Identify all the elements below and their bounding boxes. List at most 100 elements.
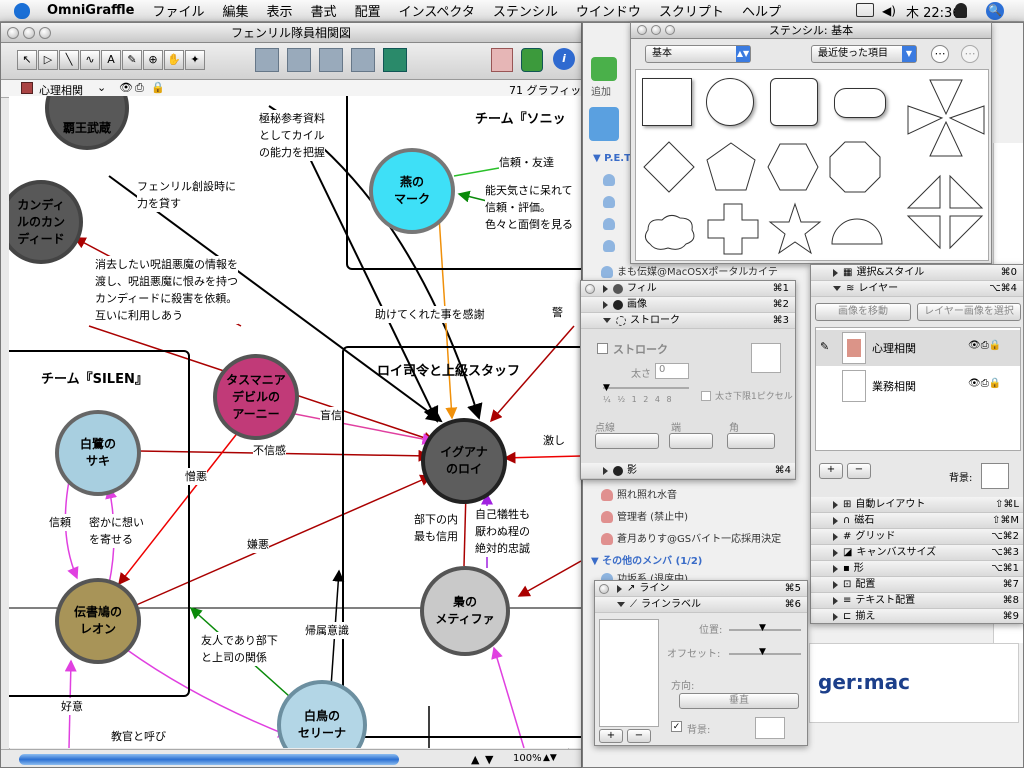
line-label-background-checkbox[interactable]: ✓ [671,721,682,732]
stencil-minimize-button[interactable] [651,25,661,35]
end-select[interactable] [669,433,713,449]
inspector-row-fill[interactable]: フィル ⌘1 [581,281,795,297]
inspector-row-align[interactable]: ⊏ 揃え ⌘9 [811,609,1023,623]
half-circle-shape[interactable] [830,210,884,250]
stencil-more-icon[interactable]: ⋯ [961,45,979,63]
zoom-level[interactable]: 100% [513,753,542,764]
rubber-stamp-icon[interactable]: ✦ [185,50,205,70]
inspector-row-line[interactable]: ↗ ライン ⌘5 [595,581,807,597]
line-tool-icon[interactable]: ╲ [59,50,79,70]
menu-edit[interactable]: 編集 [214,1,258,20]
inspector-close-button[interactable] [585,283,595,294]
star-shape[interactable] [768,202,822,256]
inspector-row-line-label[interactable]: ⟋ ラインラベル ⌘6 [595,597,807,613]
info-icon[interactable]: i [553,48,575,70]
buddy-row-4[interactable]: 蒼月ありす@GSバイト一応採用決定 [601,530,781,545]
dash-select[interactable] [595,433,659,449]
node-densho[interactable]: 伝書鳩の レオン [55,578,141,664]
node-hakuro[interactable]: 白鷺の サキ [55,410,141,496]
inspector-row-shadow[interactable]: 影 ⌘4 [581,463,795,479]
menu-script[interactable]: スクリプト [650,1,733,20]
hexagon-shape[interactable] [766,140,820,194]
buddy-placeholder-2[interactable] [603,195,619,208]
layer-popup-arrow-icon[interactable]: ⌄ [97,81,106,94]
pentagon-shape[interactable] [704,140,758,194]
menu-view[interactable]: 表示 [258,1,302,20]
close-button[interactable] [7,27,19,39]
inspector-row-text-position[interactable]: ≡ テキスト配置 ⌘8 [811,593,1023,609]
buddy-row-3[interactable]: 管理者 (禁止中) [601,508,688,523]
inspector-row-magnets[interactable]: ∩ 磁石 ⇧⌘M [811,513,1023,529]
buddy-placeholder-3[interactable] [603,217,619,230]
menu-file[interactable]: ファイル [144,1,214,20]
add-buddy-icon[interactable] [591,57,617,81]
hairline-checkbox[interactable] [701,391,711,401]
layer-visible-icon[interactable]: 👁 [119,81,133,94]
inspector-row-auto-layout[interactable]: ⊞ 自動レイアウト ⇧⌘L [811,497,1023,513]
hand-tool-icon[interactable]: ✋ [164,50,184,70]
thickness-field[interactable]: 0 [655,363,689,379]
buddy-placeholder-1[interactable] [603,173,619,186]
arrows-cross-shape[interactable] [904,76,988,160]
thickness-slider-thumb[interactable]: ▼ [603,383,610,393]
menu-app-name[interactable]: OmniGraffle [38,3,144,18]
pill-shape[interactable] [834,88,886,118]
cloud-shape[interactable] [640,210,698,254]
layer-name-psych[interactable]: 心理相関 [872,340,916,356]
shape-tool-icon[interactable]: ▷ [38,50,58,70]
inspector-row-canvas-size[interactable]: ◪ キャンバスサイズ ⌥⌘3 [811,545,1023,561]
inspector-row-arrange[interactable]: ⊡ 配置 ⌘7 [811,577,1023,593]
layer-psych-eye-icon[interactable]: 👁⎙🔒 [968,340,1001,351]
stencil-category-select[interactable]: 基本 ▲▼ [645,45,751,63]
spotlight-icon[interactable]: 🔍 [986,2,1004,20]
menu-window[interactable]: ウインドウ [567,1,650,20]
remove-layer-button[interactable]: − [847,463,871,479]
curve-tool-icon[interactable]: ∿ [80,50,100,70]
stencil-recent-select[interactable]: 最近使った項目 ▼ [811,45,917,63]
apple-menu-icon[interactable] [14,2,30,19]
stroke-color-well[interactable] [751,343,781,373]
octagon-shape[interactable] [828,140,882,194]
layer-edit-icon[interactable]: ✎ [820,340,829,353]
menu-inspector[interactable]: インスペクタ [390,1,484,20]
send-back-icon[interactable] [351,48,375,72]
layer-print-icon[interactable]: ⎙ [135,81,144,95]
background-color-well[interactable] [981,463,1009,489]
group-icon[interactable] [255,48,279,72]
inspector-row-selection-style[interactable]: ▦ 選択&スタイル ⌘0 [811,265,1023,281]
line-label-color-well[interactable] [755,717,785,739]
offset-slider-thumb[interactable]: ▼ [759,647,766,657]
select-layer-image-button[interactable]: レイヤー画像を選択 [917,303,1021,321]
node-tsubame[interactable]: 燕の マーク [369,148,455,234]
group-other[interactable]: ▼ その他のメンバ (1/2) [591,552,702,567]
inspector-row-layer[interactable]: ≋ レイヤー ⌥⌘4 [811,281,1023,297]
line-inspector-close-button[interactable] [599,583,609,594]
stencil-close-button[interactable] [637,25,647,35]
corner-select[interactable] [727,433,775,449]
volume-icon[interactable]: ◀) [882,4,896,18]
remove-label-button[interactable]: − [627,729,651,743]
node-fukurou[interactable]: 梟の メティファ [420,566,510,656]
lock-icon[interactable] [383,48,407,72]
minimize-button[interactable] [23,27,35,39]
magnify-tool-icon[interactable]: ⊕ [143,50,163,70]
ungroup-icon[interactable] [287,48,311,72]
team-roi-box[interactable] [342,346,581,738]
style-brush-icon[interactable]: ✎ [122,50,142,70]
stencil-action-icon[interactable]: ⋯ [931,45,949,63]
inspector-row-image[interactable]: 画像 ⌘2 [581,297,795,313]
add-label-button[interactable]: + [599,729,623,743]
rectangle-shape[interactable] [642,78,692,126]
buddy-placeholder-4[interactable] [603,239,619,252]
cross-shape[interactable] [706,202,760,256]
inspector-row-shape[interactable]: ▪ 形 ⌥⌘1 [811,561,1023,577]
zoom-button[interactable] [39,27,51,39]
menu-arrange[interactable]: 配置 [346,1,390,20]
stencil-zoom-button[interactable] [665,25,675,35]
add-layer-button[interactable]: + [819,463,843,479]
thickness-slider[interactable] [603,387,689,389]
buddy-row-1[interactable]: まも伝媒@MacOSXポータルカイテ [601,263,778,278]
scroll-up-arrow-icon[interactable]: ▲ [471,753,479,766]
move-image-button[interactable]: 画像を移動 [815,303,911,321]
corner-triangles-shape[interactable] [906,172,986,252]
